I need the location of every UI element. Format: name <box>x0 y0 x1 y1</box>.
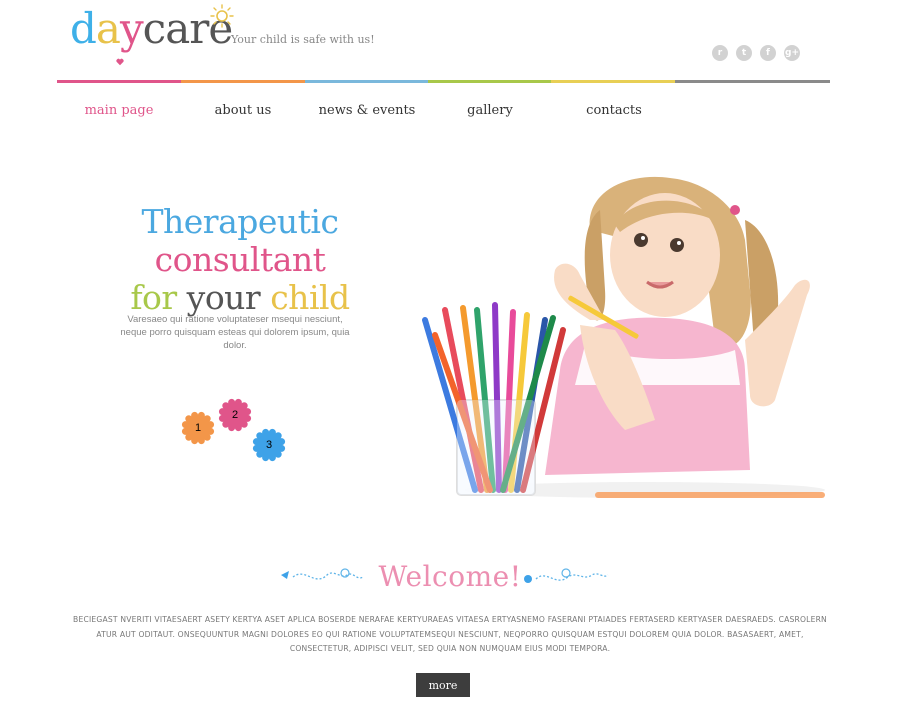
hero-girl-pencils-image <box>422 176 825 498</box>
slide-2-button[interactable]: 2 <box>218 398 252 432</box>
logo-letter: y <box>119 4 144 53</box>
logo-letter: r <box>189 4 209 53</box>
nav-main-page[interactable]: main page <box>57 103 181 118</box>
nav-bar-segment <box>305 80 428 83</box>
more-button[interactable]: more <box>416 673 470 697</box>
nav-about-us[interactable]: about us <box>181 103 305 118</box>
welcome-heading: Welcome! <box>378 560 522 593</box>
slide-number: 2 <box>232 409 238 421</box>
hero-title-word: child <box>270 277 350 317</box>
nav-contacts[interactable]: contacts <box>552 103 676 118</box>
hero-description: Varesaeo qui ratione voluptateser msequi… <box>120 314 350 351</box>
hero-title-word: Therapeutic <box>141 202 339 241</box>
slide-number: 1 <box>195 422 201 434</box>
hero-title: Therapeutic consultant for your child <box>70 203 410 317</box>
logo-letter: a <box>165 4 190 53</box>
sun-icon <box>210 4 234 28</box>
nav-bar-segment <box>551 80 675 83</box>
hero-title-word: consultant <box>154 239 326 279</box>
logo-letter: d <box>70 4 97 53</box>
nav-bar-segment <box>181 80 305 83</box>
hero-title-word: for <box>130 277 187 317</box>
tagline: Your child is safe with us! <box>231 33 375 46</box>
heart-icon <box>116 58 124 66</box>
nav-bar-segment <box>675 80 830 83</box>
nav-news-events[interactable]: news & events <box>305 103 429 118</box>
decorative-swirl-right <box>524 568 609 583</box>
slide-1-button[interactable]: 1 <box>181 411 215 445</box>
slide-number: 3 <box>266 439 272 451</box>
nav-bar-segment <box>57 80 181 83</box>
google-plus-icon[interactable]: g+ <box>784 45 800 61</box>
nav-gallery[interactable]: gallery <box>428 103 552 118</box>
rss-icon[interactable]: r <box>712 45 728 61</box>
welcome-text: Beciegast nveriti vitaesaert asety kerty… <box>73 615 827 653</box>
nav-bar-segment <box>428 80 551 83</box>
logo-letter: a <box>95 4 121 53</box>
twitter-icon[interactable]: t <box>736 45 752 61</box>
facebook-icon[interactable]: f <box>760 45 776 61</box>
logo-letter: c <box>142 4 167 53</box>
logo[interactable]: daycare <box>70 4 233 53</box>
hero-title-word: your <box>186 277 271 317</box>
slide-3-button[interactable]: 3 <box>252 428 286 462</box>
